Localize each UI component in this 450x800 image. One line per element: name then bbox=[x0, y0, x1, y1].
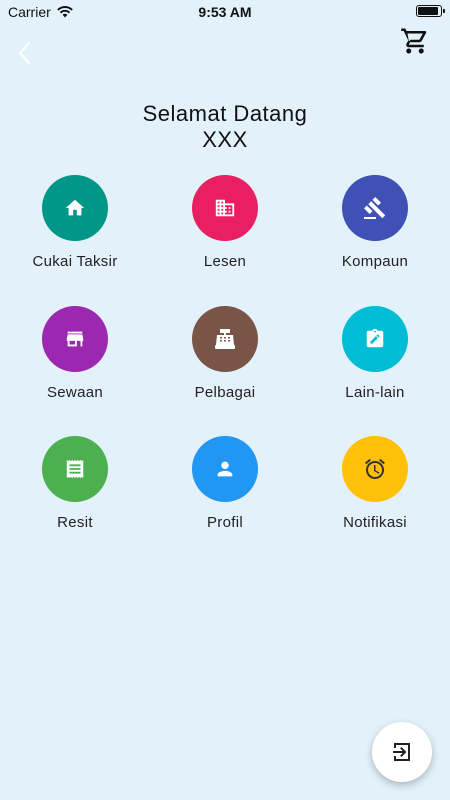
home-icon bbox=[65, 199, 85, 216]
menu-item-notifikasi[interactable]: Notifikasi bbox=[310, 436, 440, 531]
menu-label: Lesen bbox=[203, 253, 247, 270]
menu-item-profil[interactable]: Profil bbox=[160, 436, 290, 531]
building-icon bbox=[215, 199, 235, 217]
menu-circle bbox=[42, 306, 108, 372]
menu-label: Kompaun bbox=[341, 253, 409, 270]
gavel-icon bbox=[363, 197, 386, 219]
welcome-title: Selamat Datang bbox=[142, 101, 308, 126]
chevron-left-icon bbox=[18, 41, 31, 65]
menu-label: Cukai Taksir bbox=[32, 253, 118, 270]
menu-circle bbox=[342, 175, 408, 241]
menu-label: Notifikasi bbox=[343, 514, 407, 531]
menu-circle bbox=[42, 436, 108, 502]
battery-fill bbox=[418, 7, 438, 15]
menu-circle bbox=[192, 175, 258, 241]
status-bar: Carrier 9:53 AM bbox=[0, 0, 450, 24]
menu-label: Resit bbox=[57, 514, 93, 531]
menu-item-lain-lain[interactable]: Lain-lain bbox=[310, 306, 440, 401]
welcome-heading: Selamat Datang XXX bbox=[0, 101, 450, 153]
menu-circle bbox=[342, 306, 408, 372]
menu-circle bbox=[192, 306, 258, 372]
menu-label: Profil bbox=[207, 514, 243, 531]
logout-button[interactable] bbox=[372, 722, 432, 782]
cart-icon bbox=[401, 28, 427, 54]
cart-button[interactable] bbox=[400, 26, 430, 56]
menu-label: Sewaan bbox=[46, 384, 103, 401]
status-time: 9:53 AM bbox=[198, 4, 252, 20]
menu-item-lesen[interactable]: Lesen bbox=[160, 175, 290, 270]
menu-item-kompaun[interactable]: Kompaun bbox=[310, 175, 440, 270]
menu-circle bbox=[42, 175, 108, 241]
menu-item-pelbagai[interactable]: Pelbagai bbox=[160, 306, 290, 401]
receipt-icon bbox=[66, 459, 84, 479]
menu-item-resit[interactable]: Resit bbox=[10, 436, 140, 531]
back-button[interactable] bbox=[10, 38, 40, 68]
clipboard-edit-icon bbox=[366, 328, 384, 348]
alarm-icon bbox=[365, 458, 385, 479]
menu-circle bbox=[342, 436, 408, 502]
menu-label: Pelbagai bbox=[194, 384, 256, 401]
menu-label: Lain-lain bbox=[345, 384, 405, 401]
battery-icon bbox=[416, 5, 445, 17]
store-icon bbox=[66, 331, 84, 347]
logout-icon bbox=[393, 743, 410, 761]
person-icon bbox=[217, 461, 233, 477]
cash-register-icon bbox=[215, 329, 235, 349]
menu-item-sewaan[interactable]: Sewaan bbox=[10, 306, 140, 401]
menu-circle bbox=[192, 436, 258, 502]
menu-item-cukai-taksir[interactable]: Cukai Taksir bbox=[10, 175, 140, 270]
user-name: XXX bbox=[202, 127, 248, 152]
